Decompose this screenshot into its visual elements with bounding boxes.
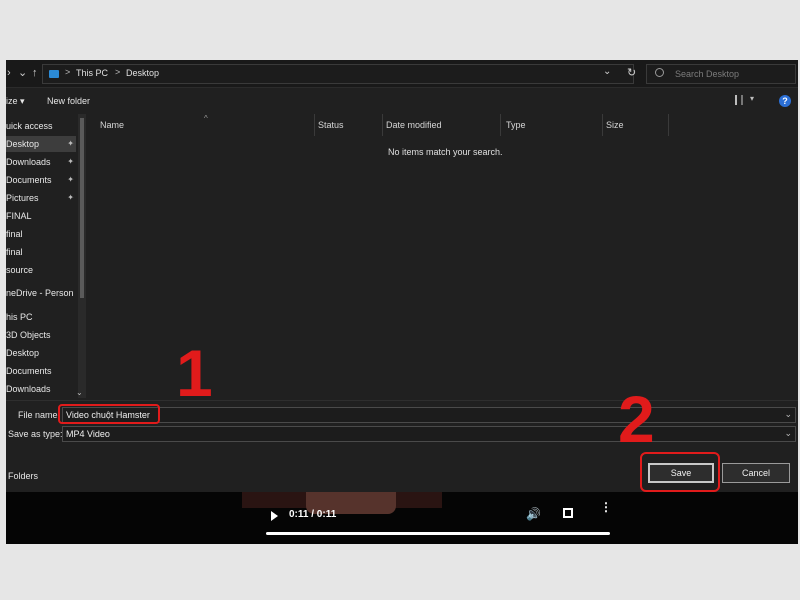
sidebar-item-label: 3D Objects: [6, 330, 51, 340]
breadcrumb-this-pc[interactable]: This PC: [76, 68, 108, 78]
column-header-date-modified[interactable]: Date modified: [386, 120, 442, 130]
empty-folder-message: No items match your search.: [388, 147, 503, 157]
pin-icon: ✦: [67, 157, 74, 166]
sidebar-item-quick-access[interactable]: uick access: [6, 118, 76, 134]
help-icon[interactable]: ?: [779, 95, 791, 107]
save-as-type-value: MP4 Video: [66, 429, 110, 439]
column-headers: ^ Name Status Date modified Type Size: [88, 114, 798, 136]
search-box[interactable]: Search Desktop: [646, 64, 796, 84]
sidebar-item-label: FINAL: [6, 211, 32, 221]
scroll-down-chevron-icon[interactable]: ⌄: [76, 388, 83, 397]
search-input[interactable]: Search Desktop: [675, 69, 739, 79]
step-number-2: 2: [618, 382, 655, 456]
sidebar-item-desktop-pc[interactable]: Desktop: [6, 345, 76, 361]
sidebar-item-final-upper[interactable]: FINAL: [6, 208, 76, 224]
sidebar-item-pictures[interactable]: Pictures ✦: [6, 190, 76, 206]
recent-locations-chevron-down-icon[interactable]: ⌄: [18, 66, 27, 80]
sidebar-item-documents[interactable]: Documents ✦: [6, 172, 76, 188]
column-header-name[interactable]: Name: [100, 120, 124, 130]
pin-icon: ✦: [67, 175, 74, 184]
file-name-label: File name:: [18, 410, 61, 420]
address-row: › ⌄ ↑ > This PC > Desktop ⌄ ↻ Search Des…: [6, 60, 798, 88]
toolbar: ize ▾ New folder ▾ ?: [6, 88, 798, 114]
sidebar-item-downloads-pc[interactable]: Downloads: [6, 381, 76, 397]
address-bar[interactable]: > This PC > Desktop ⌄ ↻: [42, 64, 636, 84]
sidebar-item-label: final: [6, 229, 23, 239]
navigation-scrollbar[interactable]: [78, 114, 86, 398]
column-divider[interactable]: [602, 114, 603, 136]
pin-icon: ✦: [67, 193, 74, 202]
sort-ascending-icon: ^: [204, 114, 208, 123]
more-options-icon[interactable]: ⋮: [600, 501, 612, 513]
sidebar-item-downloads[interactable]: Downloads ✦: [6, 154, 76, 170]
sidebar-item-label: Desktop: [6, 139, 40, 149]
view-options-chevron-down-icon[interactable]: ▾: [750, 94, 754, 103]
fullscreen-icon[interactable]: [563, 508, 573, 518]
sidebar-item-label: his PC: [6, 312, 33, 322]
sidebar-item-desktop[interactable]: Desktop ✦: [6, 136, 76, 152]
sidebar-item-label: uick access: [6, 121, 53, 131]
breadcrumb-desktop[interactable]: Desktop: [126, 68, 159, 78]
save-as-type-chevron-down-icon[interactable]: ⌄: [784, 428, 792, 439]
column-divider[interactable]: [314, 114, 315, 136]
highlight-file-name: [58, 404, 160, 424]
hide-folders-toggle[interactable]: Folders: [8, 471, 38, 481]
breadcrumb-separator: >: [115, 67, 121, 77]
column-header-size[interactable]: Size: [606, 120, 624, 130]
column-divider[interactable]: [668, 114, 669, 136]
column-header-type[interactable]: Type: [506, 120, 526, 130]
scrollbar-thumb[interactable]: [80, 118, 84, 298]
breadcrumb-separator: >: [65, 67, 71, 77]
sidebar-item-label: Documents: [6, 175, 52, 185]
cancel-button[interactable]: Cancel: [722, 463, 790, 483]
save-as-type-label: Save as type:: [8, 429, 63, 439]
column-header-status[interactable]: Status: [318, 120, 344, 130]
sidebar-item-3d-objects[interactable]: 3D Objects: [6, 327, 76, 343]
sidebar-item-label: source: [6, 265, 34, 275]
sidebar-item-label: Desktop: [6, 348, 40, 358]
save-as-type-select[interactable]: MP4 Video ⌄: [62, 426, 796, 442]
file-name-chevron-down-icon[interactable]: ⌄: [784, 409, 792, 420]
sidebar-item-label: Pictures: [6, 193, 39, 203]
save-as-dialog: › ⌄ ↑ > This PC > Desktop ⌄ ↻ Search Des…: [6, 60, 798, 492]
highlight-save-button: [640, 452, 720, 492]
sidebar-item-final[interactable]: final: [6, 226, 76, 242]
sidebar-item-onedrive[interactable]: neDrive - Person: [6, 285, 76, 301]
video-player: [6, 492, 798, 544]
playback-time: 0:11 / 0:11: [289, 509, 337, 520]
new-folder-button[interactable]: New folder: [47, 96, 90, 106]
sidebar-item-final-2[interactable]: final: [6, 244, 76, 260]
volume-icon[interactable]: 🔊: [526, 507, 541, 521]
search-icon: [655, 68, 664, 77]
file-name-field[interactable]: Video chuột Hamster ⌄: [62, 407, 796, 423]
sidebar-item-label: final: [6, 247, 23, 257]
sidebar-item-label: Downloads: [6, 157, 51, 167]
up-arrow-icon[interactable]: ↑: [32, 66, 38, 80]
organize-button[interactable]: ize ▾: [6, 96, 25, 107]
sidebar-item-this-pc[interactable]: his PC: [6, 309, 76, 325]
pin-icon: ✦: [67, 139, 74, 148]
sidebar-item-label: neDrive - Person: [6, 288, 74, 298]
forward-button[interactable]: ›: [7, 66, 11, 80]
sidebar-item-label: Documents: [6, 366, 52, 376]
column-divider[interactable]: [382, 114, 383, 136]
address-dropdown-chevron-down-icon[interactable]: ⌄: [603, 66, 611, 77]
sidebar-item-source[interactable]: source: [6, 262, 76, 278]
refresh-icon[interactable]: ↻: [627, 66, 636, 79]
navigation-pane: uick access Desktop ✦ Downloads ✦ Document…: [6, 114, 86, 398]
column-divider[interactable]: [500, 114, 501, 136]
view-options-icon[interactable]: [735, 95, 743, 105]
sidebar-item-documents-pc[interactable]: Documents: [6, 363, 76, 379]
this-pc-icon: [49, 70, 59, 78]
step-number-1: 1: [176, 336, 213, 410]
sidebar-item-label: Downloads: [6, 384, 51, 394]
play-icon[interactable]: [271, 511, 278, 521]
screenshot-frame: › ⌄ ↑ > This PC > Desktop ⌄ ↻ Search Des…: [6, 60, 798, 544]
progress-bar[interactable]: [266, 532, 610, 535]
